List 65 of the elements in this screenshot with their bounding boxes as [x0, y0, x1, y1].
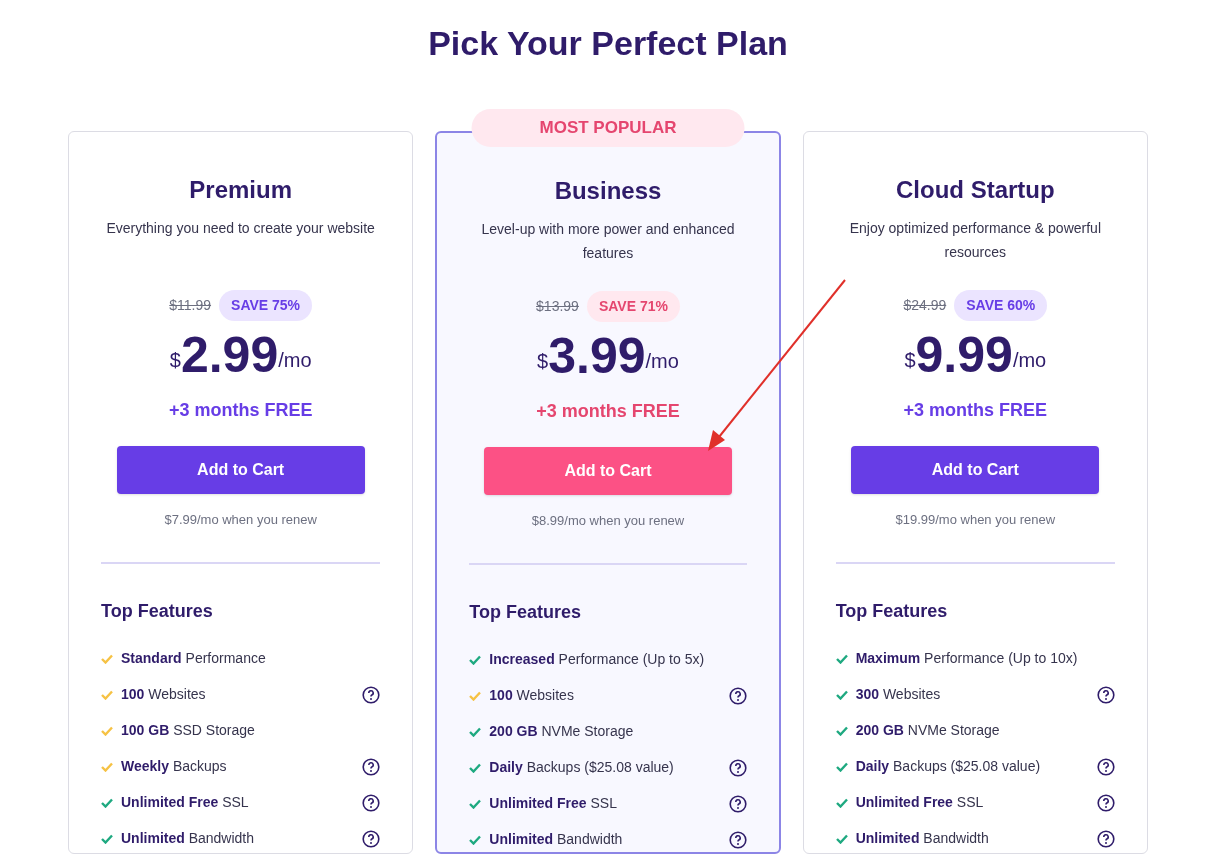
old-price: $24.99 — [903, 296, 947, 315]
bonus-text: +3 months FREE — [903, 399, 1048, 422]
feature-text: Daily Backups ($25.08 value) — [855, 757, 1041, 776]
popular-badge: MOST POPULAR — [471, 109, 745, 147]
features-heading: Top Features — [835, 599, 948, 623]
plan-price: 2.99 — [180, 326, 279, 385]
help-icon[interactable] — [1097, 685, 1115, 704]
add-to-cart-button[interactable]: Add to Cart — [116, 446, 365, 494]
help-icon[interactable] — [728, 830, 747, 849]
features-heading: Top Features — [469, 600, 581, 624]
plan-description: Everything you need to create your website — [106, 219, 375, 238]
feature-text: 100 GB SSD Storage — [121, 721, 255, 740]
help-icon[interactable] — [1097, 829, 1115, 848]
plan-name: Business — [554, 176, 662, 206]
currency: $ — [169, 349, 181, 371]
feature-text: 100 Websites — [489, 686, 574, 705]
plan-description: Level-up with more power and enhanced features — [480, 220, 736, 263]
price-period: /mo — [645, 350, 679, 372]
discount-tag: SAVE 60% — [954, 290, 1048, 321]
feature-text: Daily Backups ($25.08 value) — [489, 758, 674, 777]
feature-text: Increased Performance (Up to 5x) — [489, 650, 705, 669]
bonus-text: +3 months FREE — [168, 399, 313, 422]
feature-text: Unlimited Free SSL — [855, 793, 984, 812]
features-heading: Top Features — [101, 599, 213, 623]
feature-text: Weekly Backups — [121, 757, 227, 776]
currency: $ — [904, 349, 916, 371]
price-period: /mo — [1012, 349, 1047, 371]
plan-description: Enjoy optimized performance & powerful resources — [848, 219, 1102, 262]
discount-tag: SAVE 75% — [219, 290, 313, 321]
help-icon[interactable] — [362, 685, 381, 704]
feature-text: 300 Websites — [855, 685, 941, 704]
renew-price: $7.99/mo when you renew — [164, 511, 317, 529]
plan-price: 3.99 — [548, 327, 646, 386]
plan-name: Cloud Startup — [896, 175, 1055, 205]
help-icon[interactable] — [1097, 757, 1115, 776]
feature-text: Unlimited Free SSL — [121, 793, 249, 812]
plan-name: Premium — [189, 175, 292, 205]
feature-text: 100 Websites — [121, 685, 206, 704]
plan-price: 9.99 — [915, 326, 1013, 385]
help-icon[interactable] — [362, 757, 381, 776]
discount-tag: SAVE 71% — [586, 291, 680, 322]
currency: $ — [537, 350, 549, 372]
bonus-text: +3 months FREE — [536, 400, 680, 423]
feature-text: Unlimited Bandwidth — [855, 829, 989, 848]
help-icon[interactable] — [728, 758, 747, 777]
help-icon[interactable] — [728, 686, 747, 705]
add-to-cart-button[interactable]: Add to Cart — [851, 446, 1100, 494]
help-icon[interactable] — [362, 829, 381, 848]
add-to-cart-button[interactable]: Add to Cart — [484, 447, 732, 495]
renew-price: $19.99/mo when you renew — [895, 511, 1056, 529]
feature-text: 200 GB NVMe Storage — [855, 721, 1000, 740]
feature-text: Standard Performance — [121, 649, 266, 668]
renew-price: $8.99/mo when you renew — [531, 512, 685, 530]
help-icon[interactable] — [362, 793, 381, 812]
help-icon[interactable] — [728, 794, 747, 813]
help-icon[interactable] — [1097, 793, 1115, 812]
old-price: $13.99 — [536, 297, 579, 316]
page-title: Pick Your Perfect Plan — [427, 23, 789, 64]
feature-text: Unlimited Bandwidth — [121, 829, 255, 848]
feature-text: Maximum Performance (Up to 10x) — [855, 649, 1078, 668]
feature-text: Unlimited Bandwidth — [489, 830, 623, 849]
old-price: $11.99 — [169, 296, 212, 315]
price-period: /mo — [278, 349, 312, 371]
feature-text: 200 GB NVMe Storage — [489, 722, 634, 741]
feature-text: Unlimited Free SSL — [489, 794, 617, 813]
